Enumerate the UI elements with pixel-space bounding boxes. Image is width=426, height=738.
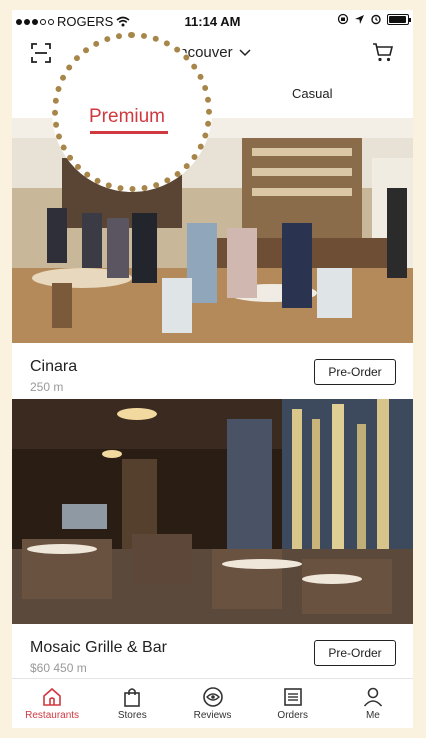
shopping-bag-icon [124,688,141,707]
active-tab-indicator [90,131,168,134]
restaurant-name: Cinara [30,358,78,375]
tabbar-item-me[interactable]: Me [333,679,413,728]
chevron-down-icon [239,48,251,56]
orders-list-icon [283,688,302,706]
tab-premium[interactable]: Premium [89,106,165,128]
tabbar-label: Me [365,710,380,721]
app-screen: ROGERS 11:14 AM Vancouver Casual Cinara … [12,10,413,728]
restaurant-photo [12,399,413,624]
tabbar-item-reviews[interactable]: Reviews [172,679,252,728]
tabbar-item-restaurants[interactable]: Restaurants [12,679,92,728]
tabbar-label: Stores [117,710,147,721]
battery-icon [387,13,411,25]
pre-order-button[interactable]: Pre-Order [314,359,396,385]
restaurant-meta: 250 m [30,380,64,394]
location-arrow-icon [355,14,364,24]
person-icon [363,687,383,707]
tabbar-item-stores[interactable]: Stores [92,679,172,728]
tab-casual[interactable]: Casual [292,86,332,101]
cart-icon[interactable] [371,40,395,64]
restaurant-icon [43,687,61,706]
restaurant-name: Mosaic Grille & Bar [30,639,167,656]
restaurant-info: Cinara 250 m Pre-Order [12,348,413,404]
restaurant-info: Mosaic Grille & Bar $60 450 m Pre-Order [12,629,413,685]
pre-order-button[interactable]: Pre-Order [314,640,396,666]
tabbar-label: Orders [277,710,308,721]
tabbar-label: Restaurants [25,710,80,721]
restaurant-meta: $60 450 m [30,661,87,675]
tabbar-label: Reviews [193,710,232,721]
restaurant-card[interactable]: Mosaic Grille & Bar $60 450 m Pre-Order [12,399,413,685]
tabbar-item-orders[interactable]: Orders [253,679,333,728]
scan-icon[interactable] [30,42,52,64]
orientation-lock-icon [337,13,349,25]
alarm-icon [371,14,381,25]
eye-icon [202,687,223,707]
status-icons [337,13,411,25]
status-bar: ROGERS 11:14 AM [12,10,413,32]
bottom-tab-bar: Restaurants Stores Reviews Orders Me [12,678,413,728]
